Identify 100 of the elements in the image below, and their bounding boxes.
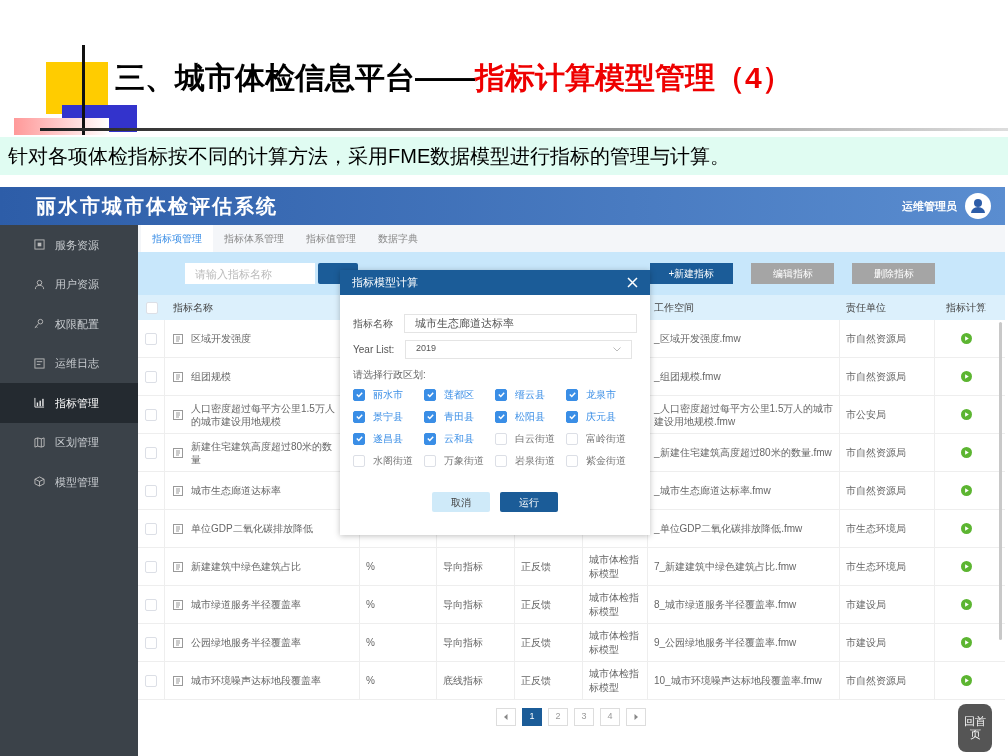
play-icon[interactable] <box>960 599 972 610</box>
table-cell-text: 人口密度超过每平方公里1.5万人的城市建设用地规模 <box>191 401 336 428</box>
play-icon[interactable] <box>960 561 972 572</box>
sidebar-item[interactable]: 用户资源 <box>0 264 138 304</box>
sidebar-item[interactable]: 运维日志 <box>0 343 138 383</box>
region-option[interactable]: 水阁街道 <box>353 452 424 469</box>
column-header: 指标名称 <box>173 301 213 315</box>
checkbox[interactable] <box>566 388 578 401</box>
column-header: 责任单位 <box>846 301 886 315</box>
user-name[interactable]: 运维管理员 <box>902 197 957 215</box>
year-select[interactable]: 2019 <box>405 339 632 359</box>
checkbox[interactable] <box>566 410 578 423</box>
document-icon <box>173 561 183 572</box>
dialog-button[interactable]: 运行 <box>500 492 558 512</box>
checkbox[interactable] <box>424 432 436 445</box>
table-cell-text: 市自然资源局 <box>846 446 906 460</box>
table-cell-text: 市自然资源局 <box>846 332 906 346</box>
table-cell: 底线指标 <box>443 673 483 688</box>
table-cell: 导向指标 <box>443 559 483 574</box>
table-cell-text: 城市体检指标模型 <box>589 628 640 657</box>
name-field[interactable]: 城市生态廊道达标率 <box>403 313 637 333</box>
sidebar-item[interactable]: 指标管理 <box>0 383 138 423</box>
document-icon <box>173 675 183 686</box>
document-icon <box>173 523 183 534</box>
play-icon[interactable] <box>960 371 972 382</box>
checkbox[interactable] <box>495 388 507 401</box>
table-cell: 导向指标 <box>443 597 483 612</box>
play-icon[interactable] <box>960 637 972 648</box>
previous-page-icon[interactable] <box>496 708 516 726</box>
table-cell: 正反馈 <box>521 635 551 650</box>
tab[interactable]: 数据字典 <box>367 225 429 252</box>
document-icon <box>34 357 45 369</box>
table-cell: 正反馈 <box>521 597 551 612</box>
region-option[interactable]: 莲都区 <box>424 386 495 403</box>
tab[interactable]: 指标值管理 <box>295 225 367 252</box>
region-option[interactable]: 丽水市 <box>353 386 424 403</box>
play-icon[interactable] <box>960 333 972 344</box>
checkbox[interactable] <box>495 410 507 423</box>
region-option[interactable]: 青田县 <box>424 408 495 425</box>
table-cell: 城市绿道服务半径覆盖率 <box>191 598 301 611</box>
page-button[interactable]: 2 <box>548 708 568 726</box>
tab[interactable]: 指标项管理 <box>141 225 213 252</box>
checkbox[interactable] <box>353 432 365 445</box>
play-icon[interactable] <box>960 675 972 686</box>
sidebar-item[interactable]: 服务资源 <box>0 225 138 265</box>
toolbar-button[interactable]: +新建指标 <box>650 263 733 284</box>
page-button[interactable]: 1 <box>522 708 542 726</box>
region-option[interactable]: 庆元县 <box>566 408 637 425</box>
scrollbar[interactable] <box>999 322 1002 640</box>
document-icon <box>173 485 183 496</box>
map-icon <box>34 436 45 448</box>
table-cell: _组团规模.fmw <box>654 370 721 383</box>
close-icon[interactable] <box>627 277 638 288</box>
search-field[interactable]: 请输入指标名称 <box>185 263 315 284</box>
region-label: 请选择行政区划: <box>353 368 427 382</box>
region-option[interactable]: 松阳县 <box>495 408 566 425</box>
sidebar-item[interactable]: 模型管理 <box>0 462 138 502</box>
region-option[interactable]: 龙泉市 <box>566 386 637 403</box>
page-button[interactable]: 4 <box>600 708 620 726</box>
checkbox[interactable] <box>424 388 436 401</box>
region-option[interactable]: 富岭街道 <box>566 430 637 447</box>
square-icon <box>34 239 45 251</box>
region-option[interactable]: 遂昌县 <box>353 430 424 447</box>
table-cell: 区域开发强度 <box>191 332 251 345</box>
checkbox[interactable] <box>424 410 436 423</box>
table-cell-text: 市公安局 <box>846 408 886 422</box>
region-option[interactable]: 白云街道 <box>495 430 566 447</box>
table-cell-text: 新建住宅建筑高度超过80米的数量 <box>191 439 334 466</box>
region-option[interactable]: 岩泉街道 <box>495 452 566 469</box>
table-cell-text: 城市体检指标模型 <box>589 590 640 619</box>
region-option[interactable]: 紫金街道 <box>566 452 637 469</box>
column-header: 工作空间 <box>654 301 694 315</box>
sidebar-item[interactable]: 区划管理 <box>0 422 138 462</box>
document-icon <box>173 371 183 382</box>
user-avatar-icon[interactable] <box>965 193 991 219</box>
slide-subtitle: 针对各项体检指标按不同的计算方法，采用FME数据模型进行指标的管理与计算。 <box>0 137 1008 175</box>
table-cell: 正反馈 <box>521 559 551 574</box>
table-cell: 城市环境噪声达标地段覆盖率 <box>191 674 321 687</box>
home-button[interactable]: 回首页 <box>958 704 992 752</box>
play-icon[interactable] <box>960 485 972 496</box>
table-cell-text: 市自然资源局 <box>846 370 906 384</box>
tab[interactable]: 指标体系管理 <box>213 225 295 252</box>
table-cell-text: 市自然资源局 <box>846 484 906 498</box>
table-cell: 9_公园绿地服务半径覆盖率.fmw <box>654 636 797 649</box>
next-page-icon[interactable] <box>626 708 646 726</box>
region-option[interactable]: 云和县 <box>424 430 495 447</box>
region-option[interactable]: 万象街道 <box>424 452 495 469</box>
checkbox[interactable] <box>353 388 365 401</box>
document-icon <box>173 599 183 610</box>
region-option[interactable]: 缙云县 <box>495 386 566 403</box>
dialog-button[interactable]: 取消 <box>432 492 490 512</box>
sidebar-item[interactable]: 权限配置 <box>0 304 138 344</box>
checkbox[interactable] <box>353 410 365 423</box>
table-cell: _单位GDP二氧化碳排放降低.fmw <box>654 522 803 535</box>
play-icon[interactable] <box>960 409 972 420</box>
table-cell: 8_城市绿道服务半径覆盖率.fmw <box>654 598 797 611</box>
play-icon[interactable] <box>960 447 972 458</box>
play-icon[interactable] <box>960 523 972 534</box>
page-button[interactable]: 3 <box>574 708 594 726</box>
region-option[interactable]: 景宁县 <box>353 408 424 425</box>
